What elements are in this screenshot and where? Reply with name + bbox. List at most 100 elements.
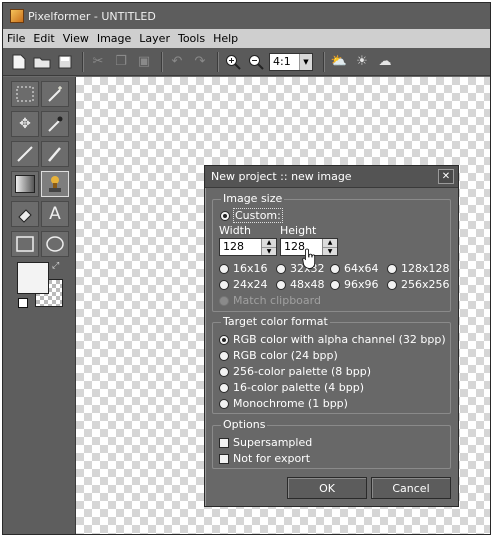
chevron-up-icon[interactable]: ▲ (323, 239, 337, 248)
width-stepper-buttons[interactable]: ▲ ▼ (261, 239, 276, 255)
cancel-button[interactable]: Cancel (371, 477, 451, 499)
radio-indicator (219, 366, 229, 377)
stamp-icon[interactable] (41, 171, 69, 197)
preset-128x128-radio[interactable]: 128x128 (387, 262, 450, 275)
chevron-down-icon[interactable]: ▼ (323, 248, 337, 256)
menu-edit[interactable]: Edit (29, 32, 58, 45)
menu-view[interactable]: View (59, 32, 93, 45)
supersampled-checkbox[interactable]: Supersampled (219, 436, 312, 449)
radio-indicator (219, 334, 229, 345)
eraser-icon[interactable] (11, 201, 39, 227)
radio-indicator (219, 398, 229, 409)
preset-64x64-radio[interactable]: 64x64 (330, 262, 379, 275)
preset-32x32-radio[interactable]: 32x32 (276, 262, 325, 275)
radio-indicator (387, 279, 397, 290)
rect-select-icon[interactable] (11, 81, 39, 107)
text-tool-icon[interactable]: A (41, 201, 69, 227)
brush-icon[interactable] (41, 141, 69, 167)
copy-icon[interactable]: ❐ (111, 52, 131, 72)
menu-file[interactable]: File (3, 32, 29, 45)
rectangle-icon[interactable] (11, 231, 39, 257)
width-stepper[interactable]: 128 ▲ ▼ (219, 238, 277, 256)
preset-96x96-radio[interactable]: 96x96 (330, 278, 379, 291)
height-stepper-buttons[interactable]: ▲ ▼ (322, 239, 337, 255)
hand-cursor-icon (302, 248, 316, 269)
menu-layer[interactable]: Layer (135, 32, 174, 45)
radio-indicator (219, 295, 229, 306)
window-title: Pixelformer - UNTITLED (28, 9, 156, 23)
swap-colors-icon[interactable]: ⤢ (52, 261, 59, 271)
zoom-level-value: 4:1 (273, 55, 291, 68)
redo-icon[interactable]: ↷ (190, 52, 210, 72)
magic-wand-icon[interactable] (41, 81, 69, 107)
radio-indicator (276, 279, 286, 290)
cut-icon[interactable]: ✂ (88, 52, 108, 72)
sun-icon[interactable]: ☀ (352, 52, 372, 72)
preset-48x48-radio[interactable]: 48x48 (276, 278, 325, 291)
zoom-in-icon[interactable] (223, 52, 243, 72)
checkbox-box (219, 453, 229, 464)
cloud-icon[interactable]: ☁ (375, 52, 395, 72)
width-label: Width (219, 224, 251, 237)
undo-icon[interactable]: ↶ (167, 52, 187, 72)
paste-icon[interactable]: ▣ (134, 52, 154, 72)
options-group: Options Supersampled Not for export (212, 418, 451, 469)
ok-button[interactable]: OK (287, 477, 367, 499)
format-label: RGB color (24 bpp) (233, 349, 338, 362)
preset-label: 24x24 (233, 278, 268, 291)
radio-indicator (219, 279, 229, 290)
not-for-export-checkbox[interactable]: Not for export (219, 452, 310, 465)
image-size-group: Image size Custom: Width Height 128 ▲ ▼ 1… (212, 192, 451, 312)
reset-colors-icon[interactable] (18, 298, 28, 308)
preset-label: 48x48 (290, 278, 325, 291)
preset-label: 128x128 (401, 262, 450, 275)
gradient-icon[interactable] (11, 171, 39, 197)
format-label: 16-color palette (4 bpp) (233, 381, 365, 394)
preset-16x16-radio[interactable]: 16x16 (219, 262, 268, 275)
zoom-level-select[interactable]: 4:1 ▼ (269, 52, 313, 71)
toolbar-separator (217, 51, 219, 72)
format-label: Monochrome (1 bpp) (233, 397, 348, 410)
match-clipboard-label: Match clipboard (233, 294, 321, 307)
tools-panel: ✥ A ⤢ (3, 77, 76, 534)
format-rgba32-radio[interactable]: RGB color with alpha channel (32 bpp) (219, 333, 446, 346)
foreground-color-swatch[interactable] (17, 262, 49, 294)
dialog-title: New project :: new image (211, 170, 352, 183)
preset-24x24-radio[interactable]: 24x24 (219, 278, 268, 291)
toolbar-separator (323, 51, 325, 72)
color-format-group: Target color format RGB color with alpha… (212, 315, 451, 414)
chevron-up-icon[interactable]: ▲ (262, 239, 276, 248)
format-label: 256-color palette (8 bpp) (233, 365, 372, 378)
save-icon[interactable] (55, 52, 75, 72)
not-for-export-label: Not for export (233, 452, 311, 465)
weather-partly-cloudy-icon[interactable]: ⛅ (329, 52, 349, 72)
chevron-down-icon[interactable]: ▼ (262, 248, 276, 256)
format-label: RGB color with alpha channel (32 bpp) (233, 333, 446, 346)
radio-indicator (330, 279, 340, 290)
eyedropper-icon[interactable] (41, 111, 69, 137)
menu-bar: File Edit View Image Layer Tools Help (3, 29, 490, 49)
menu-help[interactable]: Help (209, 32, 242, 45)
open-folder-icon[interactable] (32, 52, 52, 72)
preset-256x256-radio[interactable]: 256x256 (387, 278, 450, 291)
format-palette8-radio[interactable]: 256-color palette (8 bpp) (219, 365, 371, 378)
height-label: Height (280, 224, 317, 237)
width-value[interactable]: 128 (220, 239, 261, 255)
preset-label: 96x96 (344, 278, 379, 291)
custom-size-radio[interactable]: Custom: (220, 208, 283, 223)
supersampled-label: Supersampled (233, 436, 313, 449)
close-icon[interactable]: ✕ (438, 169, 454, 184)
new-file-icon[interactable] (9, 52, 29, 72)
format-palette4-radio[interactable]: 16-color palette (4 bpp) (219, 381, 364, 394)
line-icon[interactable] (11, 141, 39, 167)
chevron-down-icon: ▼ (299, 53, 312, 70)
move-icon[interactable]: ✥ (11, 111, 39, 137)
format-mono-radio[interactable]: Monochrome (1 bpp) (219, 397, 348, 410)
format-rgb24-radio[interactable]: RGB color (24 bpp) (219, 349, 338, 362)
main-toolbar: ✂ ❐ ▣ ↶ ↷ 4:1 ▼ ⛅ ☀ ☁ (3, 48, 490, 76)
menu-tools[interactable]: Tools (174, 32, 209, 45)
ellipse-icon[interactable] (41, 231, 69, 257)
radio-indicator (219, 350, 229, 361)
menu-image[interactable]: Image (93, 32, 135, 45)
zoom-out-icon[interactable] (246, 52, 266, 72)
